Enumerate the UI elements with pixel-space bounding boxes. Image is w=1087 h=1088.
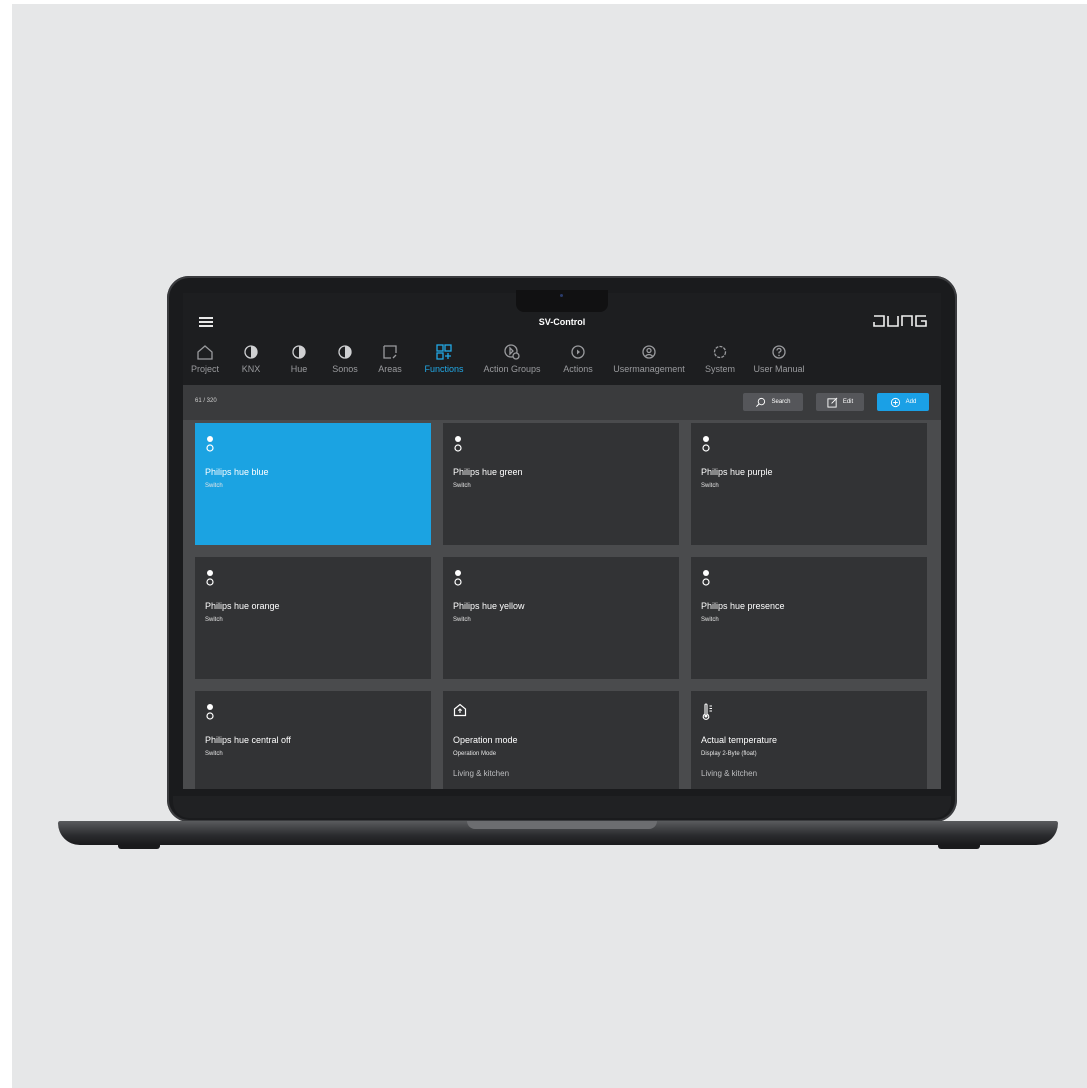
thermometer-icon xyxy=(702,703,712,720)
switch-icon xyxy=(206,436,214,452)
user-circle-icon xyxy=(642,345,656,359)
house-mode-icon xyxy=(453,703,467,717)
function-card[interactable]: Philips hue yellow Switch xyxy=(443,557,679,679)
home-icon xyxy=(197,345,213,360)
nav-knx[interactable]: KNX xyxy=(231,335,271,385)
nav-label: Areas xyxy=(378,364,402,374)
function-card[interactable]: Philips hue orange Switch xyxy=(195,557,431,679)
card-subtitle: Display 2-Byte (float) xyxy=(701,751,757,757)
card-area: Living & kitchen xyxy=(453,769,510,778)
card-subtitle: Operation Mode xyxy=(453,751,497,757)
nav-functions[interactable]: Functions xyxy=(419,335,469,385)
gear-icon xyxy=(713,345,727,359)
main-nav: Project KNX Hue Sonos Areas Functions Ac… xyxy=(183,335,941,386)
functions-grid-icon xyxy=(436,344,452,360)
edit-icon xyxy=(827,397,838,408)
nav-areas[interactable]: Areas xyxy=(370,335,410,385)
card-title: Philips hue green xyxy=(453,467,523,477)
add-label: Add xyxy=(905,399,917,405)
search-button[interactable]: Search xyxy=(743,393,803,411)
app-screen: SV-Control Project KNX Hue Sonos Areas F… xyxy=(183,293,941,789)
nav-actions[interactable]: Actions xyxy=(553,335,603,385)
nav-label: User Manual xyxy=(753,364,805,374)
function-card[interactable]: Philips hue central off Switch xyxy=(195,691,431,789)
laptop-hinge xyxy=(467,821,657,829)
card-subtitle: Switch xyxy=(205,751,223,757)
switch-icon xyxy=(702,570,710,586)
photo-left-border xyxy=(0,0,12,1088)
card-title: Philips hue purple xyxy=(701,467,773,477)
nav-hue[interactable]: Hue xyxy=(279,335,319,385)
nav-system[interactable]: System xyxy=(700,335,740,385)
nav-label: Hue xyxy=(290,364,308,374)
item-counter: 61 / 320 xyxy=(195,398,217,404)
card-subtitle: Switch xyxy=(205,483,223,489)
nav-action-groups[interactable]: Action Groups xyxy=(479,335,545,385)
card-title: Actual temperature xyxy=(701,735,778,745)
laptop-foot-right xyxy=(938,845,980,849)
function-card[interactable]: Philips hue presence Switch xyxy=(691,557,927,679)
function-card[interactable]: Philips hue green Switch xyxy=(443,423,679,545)
add-button[interactable]: Add xyxy=(877,393,929,411)
switch-icon xyxy=(206,704,214,720)
nav-usermanagement[interactable]: Usermanagement xyxy=(608,335,690,385)
nav-label: Actions xyxy=(563,364,593,374)
nav-label: Sonos xyxy=(332,364,358,374)
photo-top-border xyxy=(0,0,1087,4)
card-subtitle: Switch xyxy=(453,483,471,489)
nav-user-manual[interactable]: User Manual xyxy=(748,335,810,385)
app-title: SV-Control xyxy=(538,317,586,327)
switch-icon xyxy=(206,570,214,586)
edit-label: Edit xyxy=(842,399,854,405)
function-card[interactable]: Operation mode Operation Mode Living & k… xyxy=(443,691,679,789)
nav-label: Usermanagement xyxy=(613,364,685,374)
function-card[interactable]: Philips hue purple Switch xyxy=(691,423,927,545)
area-icon xyxy=(383,345,397,359)
function-card[interactable]: Actual temperature Display 2-Byte (float… xyxy=(691,691,927,789)
function-card[interactable]: Philips hue blue Switch xyxy=(195,423,431,545)
search-label: Search xyxy=(771,399,791,405)
nav-label: Action Groups xyxy=(483,364,541,374)
action-groups-icon xyxy=(504,344,520,360)
half-circle-icon xyxy=(244,345,258,359)
switch-icon xyxy=(454,570,462,586)
nav-sonos[interactable]: Sonos xyxy=(325,335,365,385)
nav-label: System xyxy=(704,364,735,374)
jung-logo xyxy=(873,314,933,332)
card-title: Operation mode xyxy=(453,735,518,745)
card-subtitle: Switch xyxy=(701,617,719,623)
play-circle-icon xyxy=(571,345,585,359)
card-subtitle: Switch xyxy=(453,617,471,623)
search-icon xyxy=(756,397,766,407)
nav-project[interactable]: Project xyxy=(185,335,225,385)
switch-icon xyxy=(454,436,462,452)
switch-icon xyxy=(702,436,710,452)
add-icon xyxy=(890,397,900,407)
half-circle-icon xyxy=(338,345,352,359)
card-subtitle: Switch xyxy=(701,483,719,489)
card-title: Philips hue orange xyxy=(205,601,280,611)
card-area: Living & kitchen xyxy=(701,769,758,778)
card-subtitle: Switch xyxy=(205,617,223,623)
laptop-foot-left xyxy=(118,845,160,849)
jung-logo-mark xyxy=(873,315,927,327)
help-icon xyxy=(772,345,786,359)
laptop-chin xyxy=(173,796,951,818)
nav-label: Functions xyxy=(424,364,464,374)
functions-grid: Philips hue blue Switch Philips hue gree… xyxy=(183,420,941,789)
nav-label: KNX xyxy=(241,364,261,374)
card-title: Philips hue blue xyxy=(205,467,269,477)
toolbar: 61 / 320 Search Edit Add xyxy=(183,386,941,420)
edit-button[interactable]: Edit xyxy=(816,393,864,411)
card-title: Philips hue central off xyxy=(205,735,291,745)
half-circle-icon xyxy=(292,345,306,359)
camera-icon xyxy=(560,294,563,297)
card-title: Philips hue presence xyxy=(701,601,785,611)
nav-label: Project xyxy=(190,364,219,374)
card-title: Philips hue yellow xyxy=(453,601,525,611)
